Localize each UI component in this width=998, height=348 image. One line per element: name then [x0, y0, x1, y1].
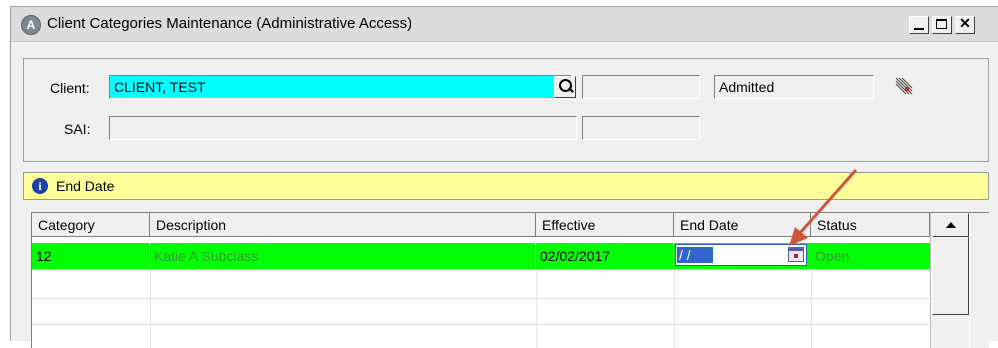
annotation-arrow-icon	[789, 169, 857, 246]
